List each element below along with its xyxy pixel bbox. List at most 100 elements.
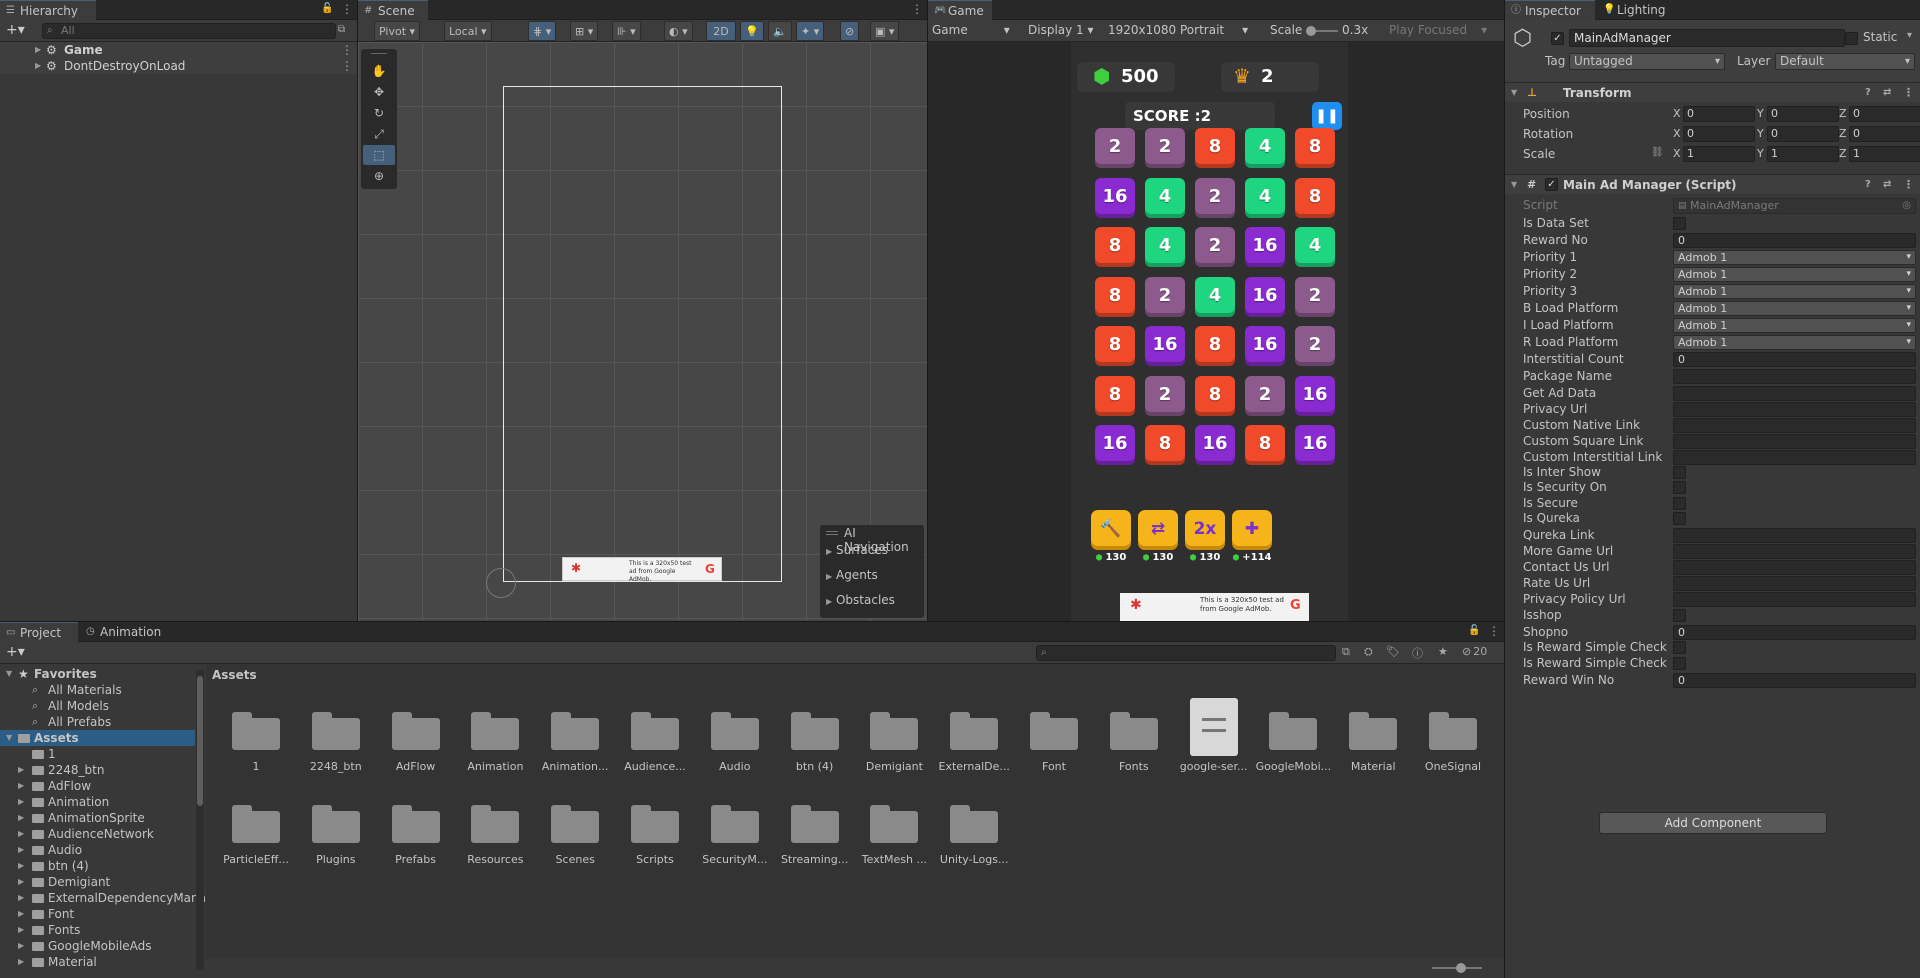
rect-tool-button[interactable]: ⬚ [363, 145, 395, 165]
collapse-arrow-icon[interactable]: ▼ [6, 730, 12, 746]
prop-text-field[interactable]: 0 [1673, 352, 1916, 367]
hierarchy-item-dontdestroyonload[interactable]: ▶ ⚙ DontDestroyOnLoad ⋮ [0, 58, 357, 74]
transform-x-field[interactable]: 0 [1683, 106, 1755, 122]
tree-scrollbar[interactable] [196, 670, 204, 970]
tree-scrollbar-thumb[interactable] [197, 676, 203, 806]
item-menu-icon[interactable]: ⋮ [341, 58, 353, 74]
info-toggle-icon[interactable]: ⓘ [1412, 645, 1423, 661]
game-tile[interactable]: 2 [1145, 375, 1185, 416]
add-component-button[interactable]: Add Component [1599, 812, 1827, 834]
expand-arrow-icon[interactable]: ▶ [18, 954, 24, 970]
overlay-item-obstacles[interactable]: ▶ Obstacles [826, 593, 895, 607]
prop-dropdown[interactable]: Admob 1 ▾ [1673, 284, 1916, 299]
asset-folder[interactable]: Unity-Logs... [935, 791, 1013, 871]
link-constrain-icon[interactable]: ⛓ [1651, 147, 1664, 158]
asset-folder[interactable]: GoogleMobi... [1254, 698, 1332, 778]
game-tile[interactable]: 2 [1145, 128, 1185, 168]
game-tile[interactable]: 2 [1245, 375, 1285, 416]
collapse-arrow-icon[interactable]: ▼ [1511, 83, 1517, 103]
game-tile[interactable]: 8 [1295, 177, 1335, 218]
asset-tree-item[interactable]: ▶ AnimationSprite [0, 810, 195, 826]
asset-folder[interactable]: TextMesh ... [855, 791, 933, 871]
asset-folder[interactable]: Demigiant [855, 698, 933, 778]
expand-arrow-icon[interactable]: ▶ [35, 42, 41, 58]
transform-tool-button[interactable]: ⊕ [363, 166, 395, 186]
game-tile[interactable]: 4 [1245, 177, 1285, 218]
prop-text-field[interactable] [1673, 402, 1916, 417]
bomb-booster-button[interactable]: ✚ [1232, 510, 1272, 550]
grid-snap-button[interactable]: ⋕ ▾ [528, 21, 557, 41]
game-tile[interactable]: 8 [1145, 425, 1185, 465]
component-menu-icon[interactable]: ⋮ [1903, 175, 1914, 195]
asset-tree-item[interactable]: ▶ Font [0, 906, 195, 922]
game-tile[interactable]: 8 [1095, 375, 1135, 416]
breadcrumb[interactable]: Assets [212, 668, 257, 682]
play-focused-dropdown[interactable]: Play Focused ▾ [1389, 23, 1487, 37]
camera-button[interactable]: ▣ ▾ [870, 21, 900, 41]
prop-text-field[interactable]: 0 [1673, 625, 1916, 640]
hammer-booster-button[interactable]: 🔨 [1091, 510, 1131, 550]
game-tile[interactable]: 8 [1195, 326, 1235, 366]
prop-text-field[interactable]: 0 [1673, 233, 1916, 248]
game-tile[interactable]: 2 [1145, 276, 1185, 317]
prop-text-field[interactable] [1673, 418, 1916, 433]
tab-inspector[interactable]: ⓘ Inspector [1505, 0, 1595, 20]
rotate-tool-button[interactable]: ↻ [363, 103, 395, 123]
shuffle-booster-button[interactable]: ⇄ [1138, 510, 1178, 550]
tab-game[interactable]: 🎮 Game [928, 0, 992, 20]
scene-viewport[interactable]: ✱ This is a 320x50 test ad from Google A… [358, 42, 927, 621]
prop-checkbox[interactable] [1673, 641, 1686, 654]
game-tile[interactable]: 8 [1095, 227, 1135, 267]
game-tile[interactable]: 2 [1195, 177, 1235, 218]
asset-folder[interactable]: Fonts [1095, 698, 1173, 778]
asset-tree-item[interactable]: ▶ AdFlow [0, 778, 195, 794]
transform-y-field[interactable]: 1 [1767, 146, 1839, 162]
expand-arrow-icon[interactable]: ▶ [18, 890, 24, 906]
prop-text-field[interactable] [1673, 450, 1916, 465]
draw-mode-button[interactable]: ◐ ▾ [664, 21, 693, 41]
transform-z-field[interactable]: 0 [1849, 106, 1920, 122]
resolution-dropdown[interactable]: 1920x1080 Portrait ▾ [1108, 23, 1248, 37]
visibility-toggle-button[interactable]: ⊘ [840, 21, 860, 41]
snap-increment-button[interactable]: ⊞ ▾ [570, 21, 599, 41]
asset-folder[interactable]: Font [1015, 698, 1093, 778]
asset-tree-item[interactable]: ▶ 2248_btn [0, 762, 195, 778]
game-tile[interactable]: 4 [1195, 276, 1235, 317]
tab-project[interactable]: ▭ Project [0, 622, 78, 642]
search-by-type-icon[interactable]: ⧉ [1342, 645, 1350, 659]
prop-text-field[interactable] [1673, 592, 1916, 607]
hierarchy-item-game[interactable]: ▶ ⚙ Game ⋮ [0, 42, 357, 58]
favorite-star-icon[interactable]: ★ [1438, 645, 1448, 658]
script-component-header[interactable]: ▼ # ✓ Main Ad Manager (Script) ? ⇄ ⋮ [1505, 174, 1920, 194]
asset-tree-item[interactable]: ▶ Material [0, 954, 195, 970]
collapse-arrow-icon[interactable]: ▼ [6, 666, 12, 682]
expand-arrow-icon[interactable]: ▶ [18, 842, 24, 858]
asset-folder[interactable]: SecurityM... [696, 791, 774, 871]
preset-icon[interactable]: ⇄ [1883, 83, 1891, 103]
expand-arrow-icon[interactable]: ▶ [35, 58, 41, 74]
object-picker-icon[interactable]: ◎ [1902, 199, 1911, 213]
expand-arrow-icon[interactable]: ▶ [18, 874, 24, 890]
expand-arrow-icon[interactable]: ▶ [18, 826, 24, 842]
asset-folder[interactable]: Animation [456, 698, 534, 778]
asset-folder[interactable]: Animation... [536, 698, 614, 778]
transform-x-field[interactable]: 1 [1683, 146, 1755, 162]
game-tile[interactable]: 2 [1295, 326, 1335, 366]
move-tool-button[interactable]: ✥ [363, 82, 395, 102]
game-tile[interactable]: 4 [1295, 227, 1335, 267]
asset-tree-item[interactable]: ▶ GoogleMobileAds [0, 938, 195, 954]
prop-dropdown[interactable]: Admob 1 ▾ [1673, 301, 1916, 316]
game-tile[interactable]: 8 [1295, 128, 1335, 168]
prop-checkbox[interactable] [1673, 609, 1686, 622]
static-dropdown-icon[interactable]: ▾ [1907, 30, 1912, 41]
icon-size-slider-thumb[interactable] [1456, 963, 1466, 973]
object-name-input[interactable]: MainAdManager [1569, 29, 1845, 47]
game-tile[interactable]: 2 [1095, 128, 1135, 168]
preset-icon[interactable]: ⇄ [1883, 175, 1891, 195]
asset-folder[interactable]: 1 [217, 698, 295, 778]
asset-tree-item[interactable]: 1 [0, 746, 195, 762]
expand-arrow-icon[interactable]: ▶ [18, 938, 24, 954]
tab-lighting[interactable]: 💡 Lighting [1597, 0, 1677, 20]
toggle-2d-button[interactable]: 2D [706, 21, 736, 41]
game-mode-dropdown[interactable]: Game ▾ [932, 23, 1010, 37]
